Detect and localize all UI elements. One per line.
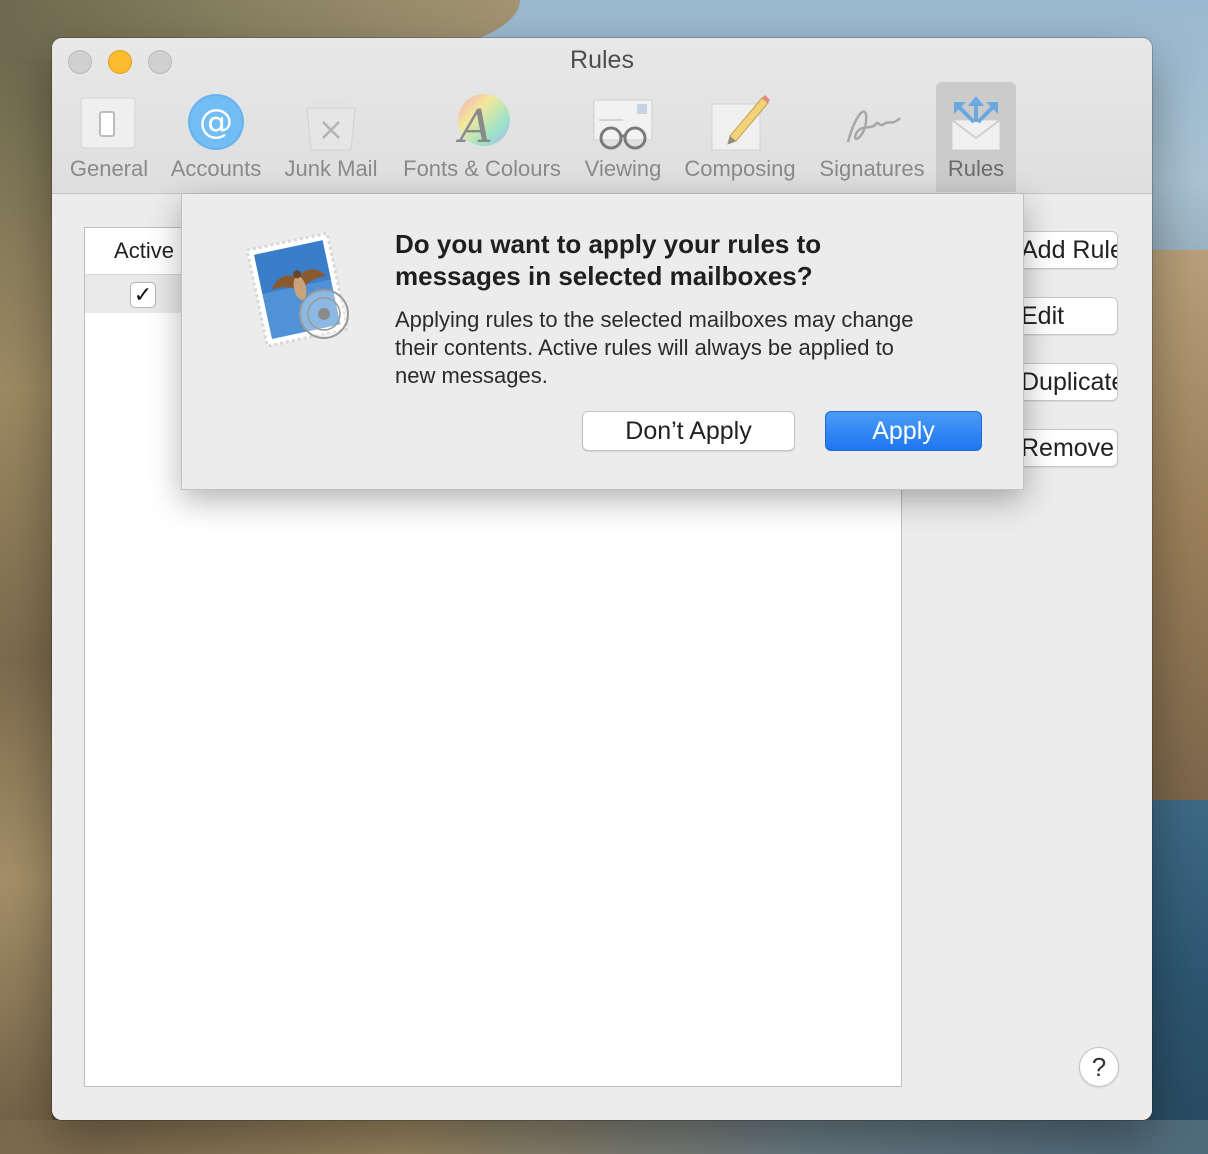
tab-general-label: General	[69, 156, 149, 181]
window-title: Rules	[570, 46, 634, 74]
wallpaper-sea	[1150, 800, 1208, 1154]
tab-fonts-colours-label: Fonts & Colours	[403, 156, 561, 181]
dialog-message-line: new messages.	[395, 363, 548, 388]
dialog-title-line: Do you want to apply your rules to	[395, 229, 822, 259]
tab-signatures-label: Signatures	[819, 156, 925, 181]
rules-envelope-icon	[951, 96, 1001, 151]
dont-apply-button[interactable]: Don’t Apply	[582, 411, 795, 451]
general-switch-icon	[80, 97, 136, 149]
tab-composing-label: Composing	[684, 156, 796, 181]
tab-fonts-colours[interactable]: A Fonts & Colours	[396, 82, 568, 192]
tab-general[interactable]: General	[62, 82, 156, 192]
at-sign-icon: @	[188, 94, 244, 150]
tab-junk-mail[interactable]: Junk Mail	[276, 82, 386, 192]
tab-signatures[interactable]: Signatures	[812, 82, 932, 192]
tab-rules[interactable]: Rules	[936, 82, 1016, 192]
apply-button[interactable]: Apply	[825, 411, 982, 451]
wallpaper-bottom	[0, 1120, 1208, 1154]
tab-accounts[interactable]: @ Accounts	[166, 82, 266, 192]
wallpaper-cliff	[1150, 250, 1208, 810]
tab-composing[interactable]: Composing	[678, 82, 802, 192]
apply-rules-dialog: Do you want to apply your rules to messa…	[181, 194, 1024, 490]
dialog-title: Do you want to apply your rules to messa…	[395, 228, 995, 292]
pencil-paper-icon	[711, 95, 770, 151]
tab-viewing-label: Viewing	[584, 156, 662, 181]
font-colour-icon: A	[455, 94, 510, 152]
rule-active-checkbox[interactable]: ✓	[130, 282, 156, 308]
glasses-icon	[593, 99, 653, 150]
titlebar: Rules General @ Accounts Junk Mail A Fon…	[52, 38, 1152, 194]
dialog-title-line: messages in selected mailboxes?	[395, 261, 813, 291]
wallpaper-cliff-left	[0, 60, 52, 1154]
tab-rules-label: Rules	[947, 156, 1005, 181]
help-button[interactable]: ?	[1079, 1047, 1119, 1087]
mail-stamp-icon	[245, 231, 350, 348]
dialog-message-line: Applying rules to the selected mailboxes…	[395, 307, 914, 332]
dialog-message: Applying rules to the selected mailboxes…	[395, 306, 995, 390]
svg-text:A: A	[455, 99, 492, 152]
tab-accounts-label: Accounts	[170, 156, 262, 181]
dialog-message-line: their contents. Active rules will always…	[395, 335, 894, 360]
svg-text:@: @	[199, 102, 233, 142]
tab-viewing[interactable]: Viewing	[578, 82, 668, 192]
signature-icon	[846, 110, 901, 143]
tab-junk-mail-label: Junk Mail	[284, 156, 378, 181]
trash-bin-icon	[306, 98, 356, 151]
